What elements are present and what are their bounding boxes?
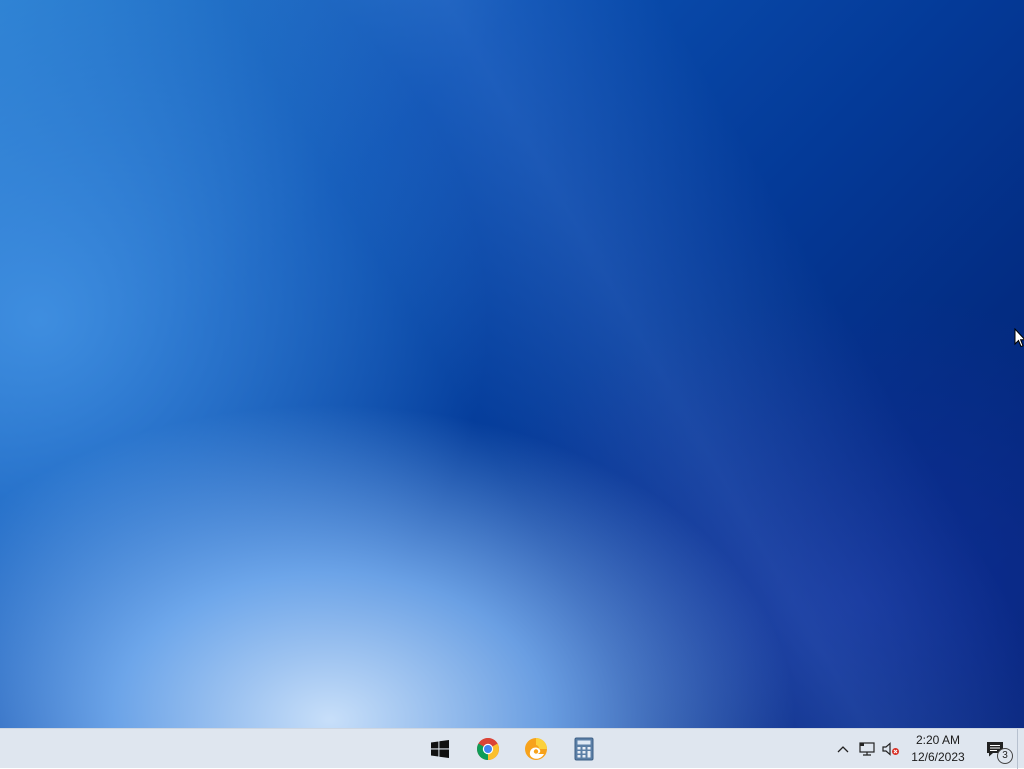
- notification-center-button[interactable]: 3: [973, 729, 1017, 769]
- show-desktop-button[interactable]: [1017, 729, 1024, 769]
- mouse-cursor-icon: [1014, 328, 1024, 348]
- windows-logo-icon: [431, 740, 449, 758]
- show-hidden-icons-button[interactable]: [831, 729, 855, 769]
- network-button[interactable]: [855, 729, 879, 769]
- clock-time: 2:20 AM: [915, 733, 961, 747]
- desktop-wallpaper[interactable]: [0, 0, 1024, 728]
- taskbar: 2:20 AM 12/6/2023 3: [0, 728, 1024, 769]
- system-tray: 2:20 AM 12/6/2023 3: [831, 729, 1024, 769]
- chevron-up-icon: [837, 746, 849, 753]
- edge-canary-icon: [525, 738, 547, 760]
- calculator-taskbar-button[interactable]: [560, 729, 608, 769]
- volume-muted-icon: [882, 742, 899, 756]
- chrome-taskbar-button[interactable]: [464, 729, 512, 769]
- calculator-icon: [574, 737, 594, 761]
- clock-date: 12/6/2023: [911, 750, 965, 764]
- network-icon: [859, 742, 875, 756]
- volume-button[interactable]: [879, 729, 903, 769]
- taskbar-apps: [416, 729, 608, 769]
- start-button[interactable]: [416, 729, 464, 769]
- clock[interactable]: 2:20 AM 12/6/2023: [903, 729, 973, 769]
- edge-canary-taskbar-button[interactable]: [512, 729, 560, 769]
- chrome-icon: [477, 738, 499, 760]
- notification-count-badge: 3: [997, 748, 1013, 764]
